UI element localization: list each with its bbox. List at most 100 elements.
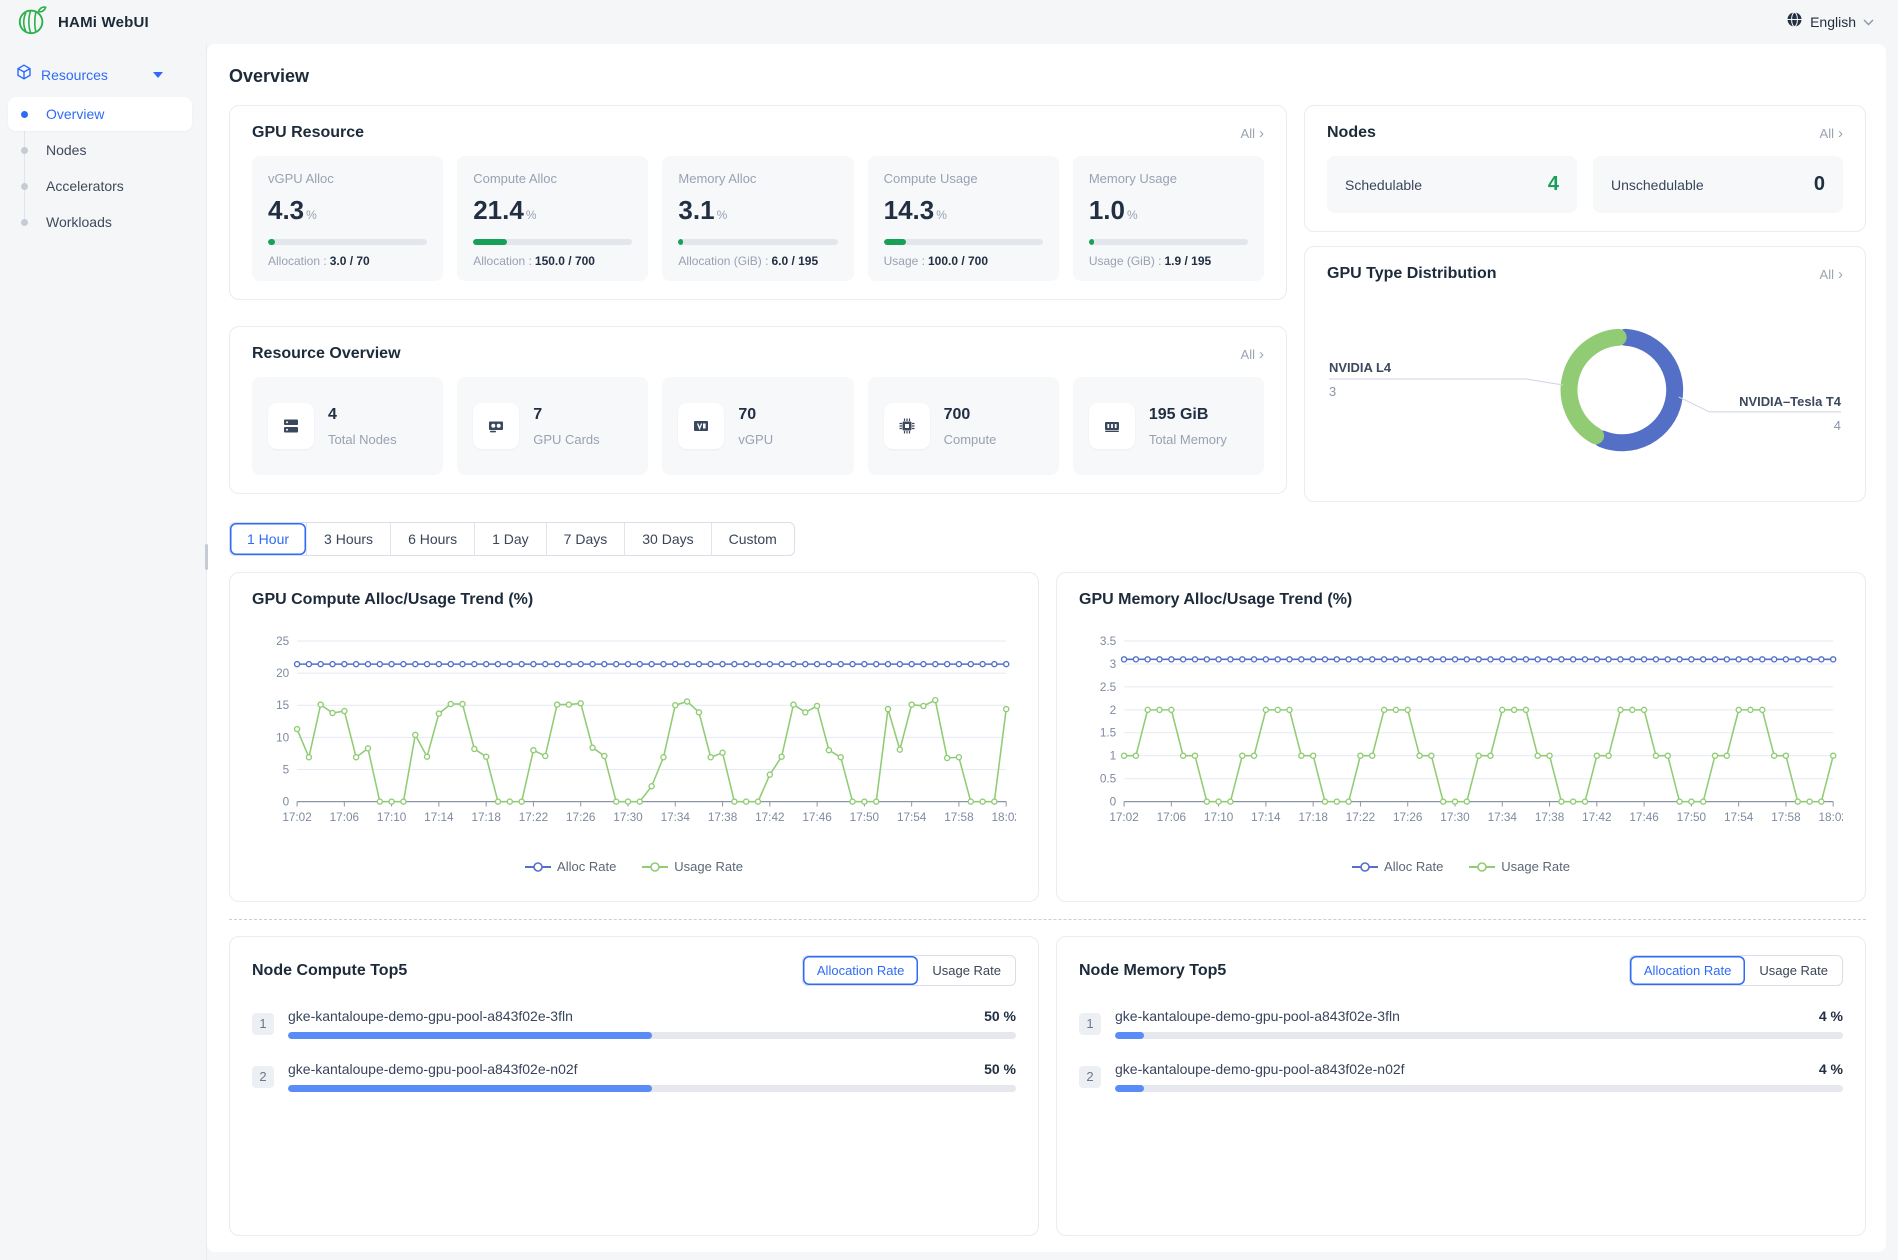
nodes-card: Nodes All › Schedulable 4 Unschedulable	[1304, 105, 1866, 232]
sidebar-submenu: Overview Nodes Accelerators Workloads	[0, 97, 206, 239]
all-label: All	[1820, 126, 1834, 141]
gpu-memory-trend-card: GPU Memory Alloc/Usage Trend (%) 00.511.…	[1056, 572, 1866, 902]
hami-melon-logo-icon	[16, 4, 48, 41]
overview-label: Compute	[944, 432, 997, 447]
metric-tile-compute-usage: Compute Usage 14.3% Usage :100.0 / 700	[868, 156, 1059, 281]
svg-text:17:30: 17:30	[1440, 811, 1470, 824]
svg-text:17:14: 17:14	[1251, 811, 1281, 824]
chevron-right-icon: ›	[1838, 267, 1843, 282]
svg-text:17:26: 17:26	[1393, 811, 1423, 824]
chart-title: GPU Compute Alloc/Usage Trend (%)	[252, 591, 1016, 609]
sidebar: Resources Overview Nodes Accelerators Wo…	[0, 44, 207, 1260]
overview-label: Total Nodes	[328, 432, 397, 447]
svg-text:17:02: 17:02	[1109, 811, 1138, 824]
usage-rate-toggle[interactable]: Usage Rate	[1745, 956, 1842, 985]
svg-text:17:54: 17:54	[897, 811, 927, 824]
language-label: English	[1810, 14, 1856, 30]
sidebar-item-nodes[interactable]: Nodes	[8, 133, 192, 167]
rank-badge: 2	[252, 1066, 274, 1088]
svg-text:18:02: 18:02	[992, 811, 1016, 824]
tab-1-day[interactable]: 1 Day	[474, 523, 546, 555]
progress-track	[1089, 239, 1248, 245]
metric-detail: Allocation :3.0 / 70	[268, 254, 427, 268]
gpu-resource-card: GPU Resource All › vGPU Alloc 4.3% Alloc…	[229, 105, 1287, 300]
legend-alloc-rate[interactable]: Alloc Rate	[1352, 859, 1443, 874]
svg-text:17:42: 17:42	[755, 811, 784, 824]
unschedulable-value: 0	[1814, 173, 1825, 196]
brand: HAMi WebUI	[16, 4, 149, 41]
gpu-type-all-link[interactable]: All ›	[1820, 267, 1843, 282]
metric-value: 21.4%	[473, 195, 632, 226]
node-value: 4 %	[1819, 1061, 1843, 1077]
sidebar-resize-handle[interactable]	[205, 544, 208, 570]
overview-value: 70	[738, 406, 773, 424]
svg-text:17:18: 17:18	[1298, 811, 1328, 824]
chevron-right-icon: ›	[1259, 126, 1264, 141]
svg-text:15: 15	[276, 699, 290, 712]
language-selector[interactable]: English	[1786, 11, 1874, 33]
sidebar-item-label: Accelerators	[46, 178, 124, 194]
resource-overview-all-link[interactable]: All ›	[1241, 347, 1264, 362]
legend-alloc-rate[interactable]: Alloc Rate	[525, 859, 616, 874]
gpu-type-donut-chart: NVIDIA–Tesla T44NVIDIA L43	[1327, 297, 1843, 483]
svg-text:17:10: 17:10	[377, 811, 407, 824]
tab-7-days[interactable]: 7 Days	[546, 523, 625, 555]
tab-30-days[interactable]: 30 Days	[624, 523, 710, 555]
chart-title: GPU Memory Alloc/Usage Trend (%)	[1079, 591, 1843, 609]
svg-text:17:30: 17:30	[613, 811, 643, 824]
svg-text:17:58: 17:58	[944, 811, 974, 824]
metric-value: 4.3%	[268, 195, 427, 226]
svg-text:17:38: 17:38	[708, 811, 738, 824]
sidebar-item-overview[interactable]: Overview	[8, 97, 192, 131]
svg-text:0: 0	[283, 796, 290, 809]
svg-text:17:22: 17:22	[1346, 811, 1375, 824]
card-title: Node Compute Top5	[252, 962, 407, 980]
bar-fill	[1115, 1032, 1144, 1039]
svg-text:17:06: 17:06	[330, 811, 360, 824]
gpu-compute-trend-chart: 051015202517:0217:0617:1017:1417:1817:22…	[252, 617, 1016, 857]
legend-usage-rate[interactable]: Usage Rate	[642, 859, 743, 874]
metric-label: Memory Usage	[1089, 171, 1248, 186]
memory-top5-toggle: Allocation Rate Usage Rate	[1629, 955, 1843, 986]
bar-fill	[288, 1032, 652, 1039]
caret-down-icon	[153, 72, 163, 78]
tab-1-hour[interactable]: 1 Hour	[230, 523, 306, 555]
svg-text:17:26: 17:26	[566, 811, 596, 824]
metric-value: 14.3%	[884, 195, 1043, 226]
overview-value: 4	[328, 406, 397, 424]
gpu-resource-all-link[interactable]: All ›	[1241, 126, 1264, 141]
overview-tile-total-memory: 195 GiB Total Memory	[1073, 377, 1264, 475]
node-compute-top5-card: Node Compute Top5 Allocation Rate Usage …	[229, 936, 1039, 1236]
nodes-icon	[268, 403, 314, 449]
sidebar-item-label: Nodes	[46, 142, 86, 158]
tree-dot-icon	[21, 183, 28, 190]
svg-text:17:34: 17:34	[661, 811, 691, 824]
allocation-rate-toggle[interactable]: Allocation Rate	[1630, 956, 1745, 985]
bar-track	[288, 1032, 1016, 1039]
legend-usage-rate[interactable]: Usage Rate	[1469, 859, 1570, 874]
progress-fill	[678, 239, 683, 245]
svg-text:17:02: 17:02	[282, 811, 311, 824]
allocation-rate-toggle[interactable]: Allocation Rate	[803, 956, 918, 985]
sidebar-item-label: Workloads	[46, 214, 112, 230]
tab-3-hours[interactable]: 3 Hours	[306, 523, 390, 555]
overview-tile-vgpu: 70 vGPU	[662, 377, 853, 475]
svg-text:NVIDIA–Tesla T4: NVIDIA–Tesla T4	[1739, 394, 1842, 409]
table-row: 1 gke-kantaloupe-demo-gpu-pool-a843f02e-…	[252, 1008, 1016, 1039]
svg-text:3.5: 3.5	[1100, 635, 1117, 648]
svg-text:25: 25	[276, 635, 290, 648]
sidebar-item-workloads[interactable]: Workloads	[8, 205, 192, 239]
metric-tile-vgpu-alloc: vGPU Alloc 4.3% Allocation :3.0 / 70	[252, 156, 443, 281]
svg-text:17:14: 17:14	[424, 811, 454, 824]
rank-badge: 1	[1079, 1013, 1101, 1035]
sidebar-group-resources[interactable]: Resources	[0, 54, 206, 95]
globe-icon	[1786, 11, 1803, 33]
section-divider	[229, 919, 1866, 920]
page-title: Overview	[229, 66, 1866, 87]
usage-rate-toggle[interactable]: Usage Rate	[918, 956, 1015, 985]
overview-tile-total-nodes: 4 Total Nodes	[252, 377, 443, 475]
tab-custom[interactable]: Custom	[711, 523, 794, 555]
nodes-all-link[interactable]: All ›	[1820, 126, 1843, 141]
sidebar-item-accelerators[interactable]: Accelerators	[8, 169, 192, 203]
tab-6-hours[interactable]: 6 Hours	[390, 523, 474, 555]
